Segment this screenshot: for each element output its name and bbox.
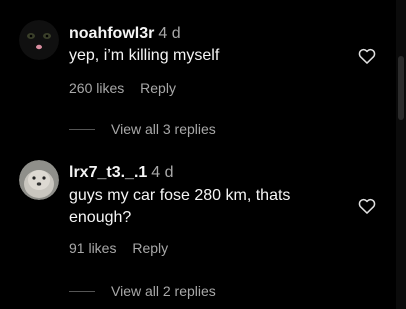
black-cat-avatar-icon (19, 20, 59, 60)
username[interactable]: lrx7_t3._.1 (69, 164, 147, 181)
view-replies-label: View all 3 replies (111, 121, 216, 137)
likes-count[interactable]: 260 likes (69, 80, 124, 96)
comment-header: noahfowl3r 4 d (69, 24, 181, 44)
reply-button[interactable]: Reply (140, 80, 176, 96)
scrollbar-thumb[interactable] (398, 56, 404, 120)
scrollbar[interactable] (396, 0, 406, 309)
view-replies-button[interactable]: View all 2 replies (69, 283, 216, 299)
likes-count[interactable]: 91 likes (69, 240, 116, 256)
username[interactable]: noahfowl3r (69, 25, 154, 42)
seal-avatar-icon (19, 160, 59, 200)
comment-text: yep, i’m killing myself (69, 47, 220, 64)
comment-actions: 91 likes Reply (69, 240, 168, 256)
comment-actions: 260 likes Reply (69, 80, 176, 96)
reply-button[interactable]: Reply (132, 240, 168, 256)
view-replies-label: View all 2 replies (111, 283, 216, 299)
view-replies-button[interactable]: View all 3 replies (69, 121, 216, 137)
timestamp: 4 d (158, 25, 181, 42)
comment-header: lrx7_t3._.1 4 d (69, 163, 174, 183)
heart-icon[interactable] (357, 46, 377, 66)
divider-line (69, 128, 95, 130)
divider-line (69, 290, 95, 292)
avatar[interactable] (19, 20, 59, 60)
comment-text: guys my car fose 280 km, thats enough? (69, 187, 291, 226)
avatar[interactable] (19, 160, 59, 200)
heart-icon[interactable] (357, 196, 377, 216)
timestamp: 4 d (151, 164, 174, 181)
